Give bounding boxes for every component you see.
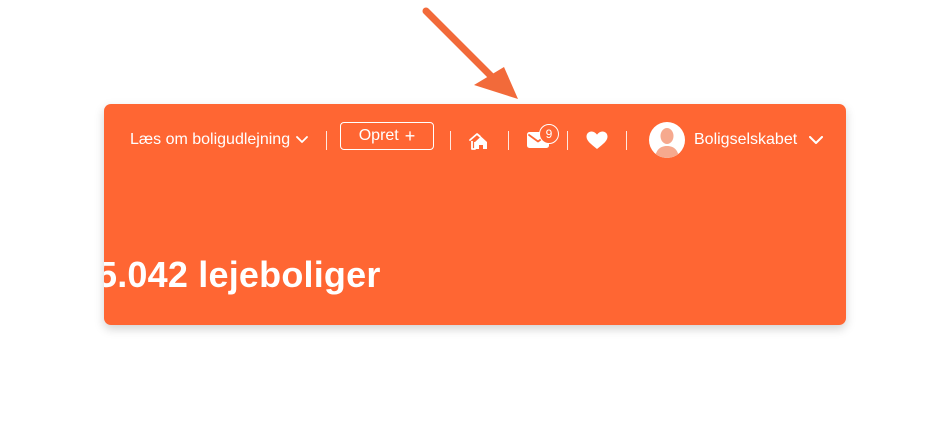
messages-button[interactable]: 9 bbox=[526, 120, 559, 160]
envelope-icon: 9 bbox=[527, 124, 559, 148]
create-button-label: Opret bbox=[358, 127, 399, 144]
chevron-down-icon bbox=[809, 135, 824, 145]
nav-divider bbox=[567, 131, 568, 150]
chevron-down-icon bbox=[296, 136, 309, 144]
hero-banner: Læs om boligudlejning Opret + 9 Boligsel… bbox=[104, 104, 846, 325]
nav-divider bbox=[450, 131, 451, 150]
person-silhouette-icon bbox=[655, 128, 679, 158]
plus-icon: + bbox=[404, 126, 416, 146]
avatar bbox=[649, 122, 685, 158]
screenshot-stage: Læs om boligudlejning Opret + 9 Boligsel… bbox=[0, 0, 950, 429]
my-homes-button[interactable] bbox=[466, 120, 490, 160]
read-about-renting-label: Læs om boligudlejning bbox=[130, 131, 291, 148]
nav-divider bbox=[326, 131, 327, 150]
listing-count-heading: 5.042 lejeboliger bbox=[104, 254, 381, 295]
favorites-button[interactable] bbox=[585, 120, 609, 160]
nav-divider bbox=[626, 131, 627, 150]
unread-count-badge: 9 bbox=[539, 124, 559, 144]
nav-divider bbox=[508, 131, 509, 150]
profile-menu[interactable]: Boligselskabet bbox=[649, 120, 824, 160]
create-button[interactable]: Opret + bbox=[340, 122, 434, 150]
profile-name: Boligselskabet bbox=[694, 131, 798, 148]
heart-icon bbox=[586, 131, 608, 150]
top-navigation: Læs om boligudlejning Opret + 9 Boligsel… bbox=[104, 120, 846, 160]
houses-icon bbox=[467, 131, 489, 150]
read-about-renting-link[interactable]: Læs om boligudlejning bbox=[130, 120, 309, 160]
